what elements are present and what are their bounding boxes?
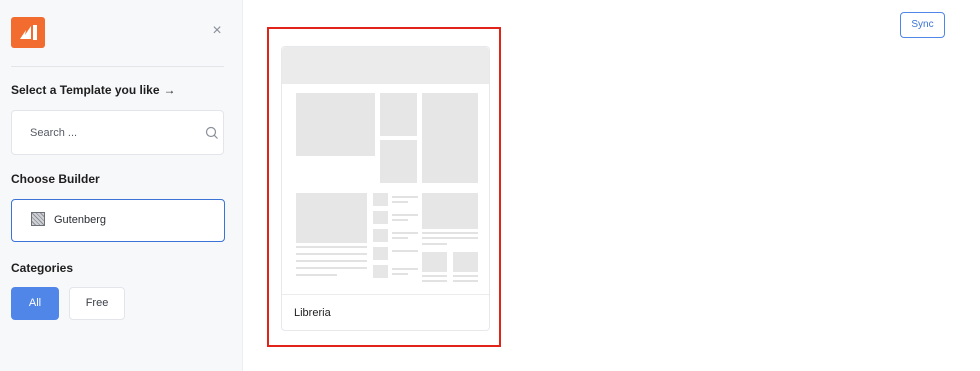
sidebar: × Select a Template you like → Search ...… — [0, 0, 243, 371]
template-preview-thumbnail — [296, 93, 478, 282]
sidebar-divider — [11, 66, 224, 67]
sync-button[interactable]: Sync — [900, 12, 945, 38]
category-all-button[interactable]: All — [11, 287, 59, 320]
arrow-right-icon: → — [163, 83, 176, 97]
template-heading: Select a Template you like → — [11, 83, 176, 97]
template-library-app: × Select a Template you like → Search ...… — [0, 0, 980, 371]
template-name: Libreria — [294, 307, 331, 319]
template-heading-label: Select a Template you like — [11, 83, 160, 97]
gutenberg-icon — [31, 212, 45, 226]
builder-heading: Choose Builder — [11, 172, 100, 186]
card-divider — [282, 294, 489, 295]
search-icon[interactable] — [205, 126, 219, 140]
template-card[interactable]: Libreria — [281, 46, 490, 331]
search-placeholder: Search ... — [30, 127, 78, 139]
builder-selected-label: Gutenberg — [54, 214, 106, 226]
category-free-button[interactable]: Free — [69, 287, 125, 320]
close-icon[interactable]: × — [210, 23, 224, 39]
logo-icon — [11, 17, 45, 48]
categories-heading: Categories — [11, 261, 74, 275]
search-input[interactable]: Search ... — [11, 110, 224, 155]
builder-select[interactable]: Gutenberg — [11, 199, 225, 242]
